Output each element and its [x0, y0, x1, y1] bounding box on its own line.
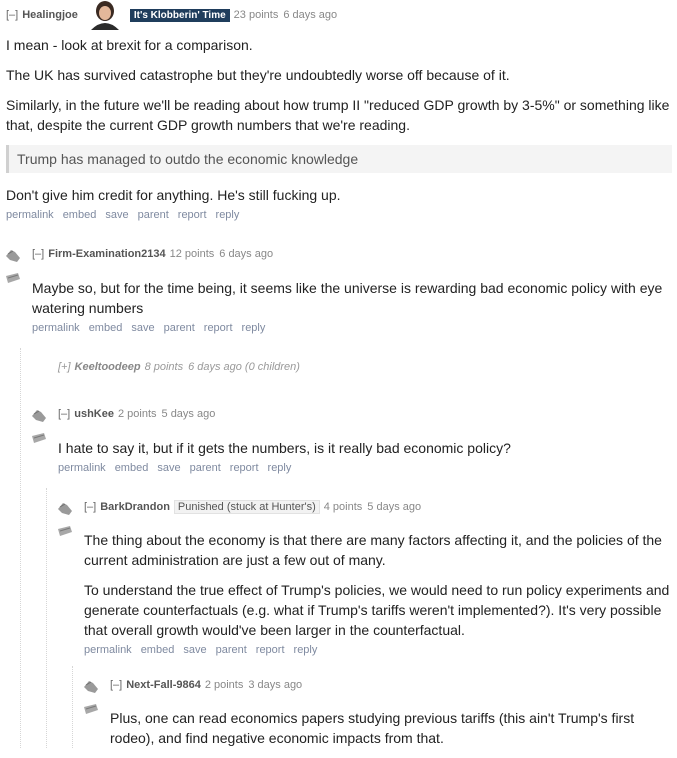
reply-link[interactable]: reply: [268, 462, 292, 474]
user-flair: Punished (stuck at Hunter's): [173, 500, 320, 514]
author-link[interactable]: Healingjoe: [22, 9, 78, 21]
score: 4 points: [323, 501, 363, 513]
vote-arrows: [82, 679, 102, 717]
comment-tagline: [–] Next-Fall-9864 2 points 3 days ago: [110, 678, 670, 692]
timestamp: 5 days ago: [161, 408, 216, 420]
comment-actions: permalink embed save parent report reply: [84, 644, 674, 656]
vote-arrows: [4, 248, 24, 286]
save-link[interactable]: save: [105, 209, 128, 221]
comment-body: I mean - look at brexit for a comparison…: [6, 35, 672, 205]
score: 8 points: [144, 361, 184, 373]
comment-keeltoodeep-collapsed: [+] Keeltoodeep 8 points 6 days ago (0 c…: [58, 361, 300, 373]
permalink-link[interactable]: permalink: [58, 462, 106, 474]
embed-link[interactable]: embed: [89, 322, 123, 334]
embed-link[interactable]: embed: [115, 462, 149, 474]
embed-link[interactable]: embed: [63, 209, 97, 221]
timestamp: 6 days ago: [283, 9, 338, 21]
comment-healingjoe: [–] Healingjoe It's Klobberin' Time 23 p…: [6, 0, 672, 221]
upvote-icon[interactable]: [30, 408, 48, 424]
flair-avatar-image: [85, 0, 124, 30]
downvote-icon[interactable]: [82, 701, 100, 717]
timestamp: 6 days ago: [219, 248, 274, 260]
upvote-icon[interactable]: [4, 248, 22, 264]
parent-link[interactable]: parent: [216, 644, 247, 656]
comment-firm-examination: [–] Firm-Examination2134 12 points 6 day…: [32, 247, 672, 334]
downvote-icon[interactable]: [4, 270, 22, 286]
timestamp: 3 days ago: [248, 679, 303, 691]
vote-arrows: [30, 408, 50, 446]
collapse-toggle[interactable]: [–]: [84, 501, 96, 513]
score: 2 points: [204, 679, 244, 691]
timestamp: 6 days ago: [188, 361, 242, 373]
report-link[interactable]: report: [256, 644, 285, 656]
comment-paragraph: Similarly, in the future we'll be readin…: [6, 97, 670, 133]
author-link[interactable]: Next-Fall-9864: [126, 679, 201, 691]
comment-barkdrandon: [–] BarkDrandon Punished (stuck at Hunte…: [84, 500, 674, 656]
vote-arrows: [56, 501, 76, 539]
comment-next-fall: [–] Next-Fall-9864 2 points 3 days ago P…: [110, 678, 670, 758]
comment-tagline: [–] Firm-Examination2134 12 points 6 day…: [32, 247, 672, 261]
comment-paragraph: Maybe so, but for the time being, it see…: [32, 280, 663, 316]
comment-tagline: [–] Healingjoe It's Klobberin' Time 23 p…: [6, 0, 672, 30]
report-link[interactable]: report: [230, 462, 259, 474]
comment-body: Maybe so, but for the time being, it see…: [32, 278, 672, 318]
comment-tagline: [–] ushKee 2 points 5 days ago: [58, 407, 672, 421]
permalink-link[interactable]: permalink: [32, 322, 80, 334]
comment-body: I hate to say it, but if it gets the num…: [58, 438, 672, 458]
downvote-icon[interactable]: [30, 430, 48, 446]
collapse-toggle[interactable]: [–]: [6, 9, 18, 21]
comment-tagline: [–] BarkDrandon Punished (stuck at Hunte…: [84, 500, 674, 514]
author-link[interactable]: Keeltoodeep: [75, 361, 141, 373]
comment-paragraph: Don't give him credit for anything. He's…: [6, 187, 341, 203]
reply-link[interactable]: reply: [216, 209, 240, 221]
comment-paragraph: The UK has survived catastrophe but they…: [6, 67, 510, 83]
comment-body: Plus, one can read economics papers stud…: [110, 708, 670, 748]
children-count: (0 children): [244, 361, 300, 373]
thread-rail: [46, 488, 47, 748]
comment-paragraph: I hate to say it, but if it gets the num…: [58, 440, 511, 456]
comment-actions: permalink embed save parent report reply: [58, 462, 672, 474]
collapse-toggle[interactable]: [–]: [58, 408, 70, 420]
permalink-link[interactable]: permalink: [84, 644, 132, 656]
comment-actions: permalink embed save parent report reply: [32, 322, 672, 334]
score: 2 points: [117, 408, 157, 420]
parent-link[interactable]: parent: [190, 462, 221, 474]
save-link[interactable]: save: [131, 322, 154, 334]
reply-link[interactable]: reply: [294, 644, 318, 656]
parent-link[interactable]: parent: [138, 209, 169, 221]
score: 23 points: [233, 9, 279, 21]
thread-rail: [72, 666, 73, 748]
score: 12 points: [169, 248, 215, 260]
permalink-link[interactable]: permalink: [6, 209, 54, 221]
collapse-toggle[interactable]: [–]: [110, 679, 122, 691]
author-link[interactable]: BarkDrandon: [100, 501, 170, 513]
comment-paragraph: I mean - look at brexit for a comparison…: [6, 37, 253, 53]
blockquote: Trump has managed to outdo the economic …: [6, 145, 672, 173]
comment-body: The thing about the economy is that ther…: [84, 530, 674, 640]
save-link[interactable]: save: [157, 462, 180, 474]
comment-paragraph: Plus, one can read economics papers stud…: [110, 710, 635, 746]
author-link[interactable]: ushKee: [74, 408, 114, 420]
author-link[interactable]: Firm-Examination2134: [48, 248, 165, 260]
report-link[interactable]: report: [204, 322, 233, 334]
expand-toggle[interactable]: [+]: [58, 361, 71, 373]
downvote-icon[interactable]: [56, 523, 74, 539]
comment-paragraph: To understand the true effect of Trump's…: [84, 582, 670, 638]
report-link[interactable]: report: [178, 209, 207, 221]
comment-ushkee: [–] ushKee 2 points 5 days ago I hate to…: [58, 407, 672, 474]
comment-actions: permalink embed save parent report reply: [6, 209, 672, 221]
timestamp: 5 days ago: [367, 501, 422, 513]
thread-rail: [20, 348, 21, 748]
save-link[interactable]: save: [183, 644, 206, 656]
upvote-icon[interactable]: [56, 501, 74, 517]
reply-link[interactable]: reply: [242, 322, 266, 334]
embed-link[interactable]: embed: [141, 644, 175, 656]
upvote-icon[interactable]: [82, 679, 100, 695]
comment-paragraph: The thing about the economy is that ther…: [84, 532, 662, 568]
collapse-toggle[interactable]: [–]: [32, 248, 44, 260]
parent-link[interactable]: parent: [164, 322, 195, 334]
user-flair: It's Klobberin' Time: [129, 8, 230, 22]
